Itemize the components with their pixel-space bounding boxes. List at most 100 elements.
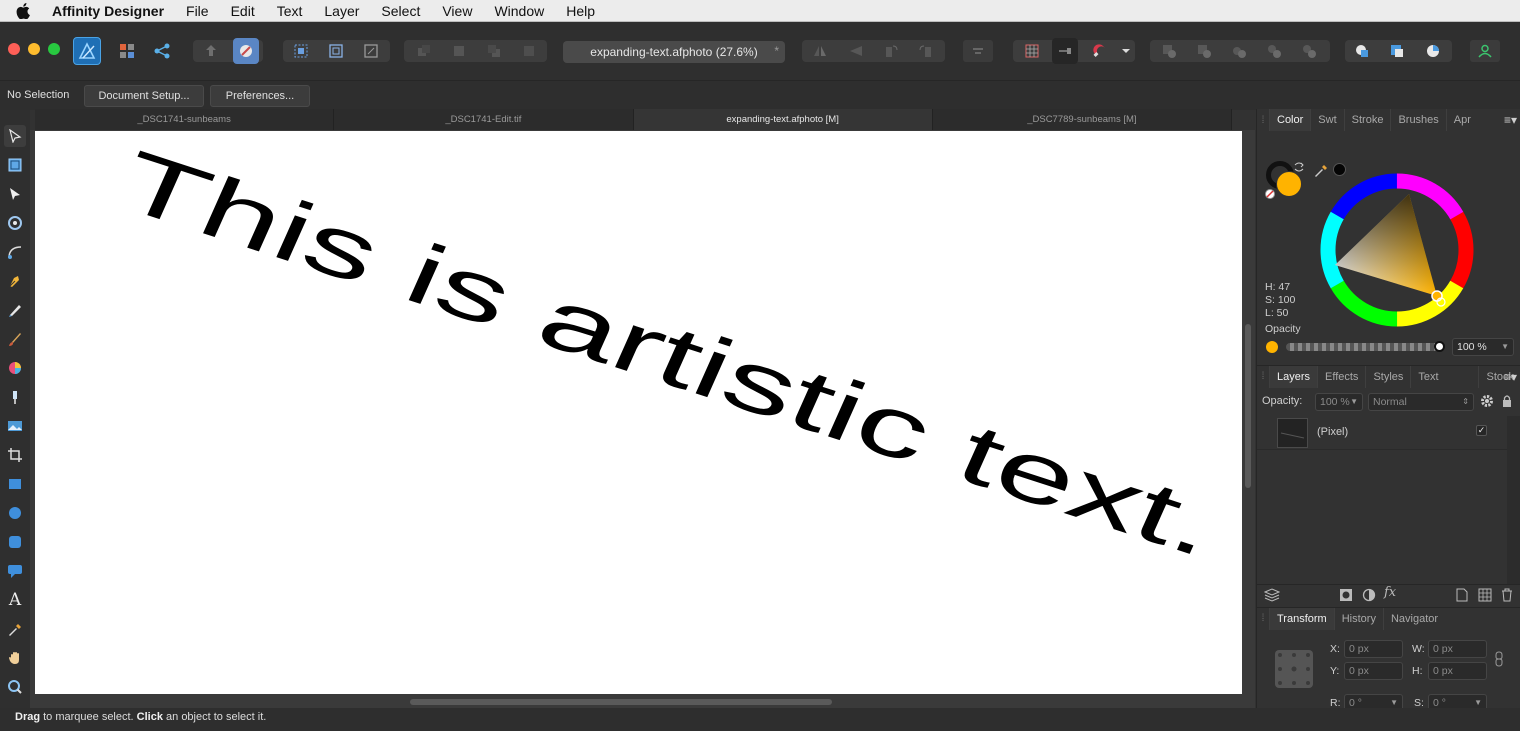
rotate-right-icon[interactable] bbox=[913, 38, 939, 64]
zoom-window-button[interactable] bbox=[48, 43, 60, 55]
divide-icon[interactable] bbox=[1296, 38, 1322, 64]
assistant-icon[interactable] bbox=[233, 38, 259, 64]
align-icon[interactable] bbox=[963, 40, 993, 62]
account-icon[interactable] bbox=[1470, 40, 1500, 62]
artistic-text-graphic[interactable]: This is artistic text. bbox=[35, 131, 1242, 694]
w-input[interactable]: 0 px bbox=[1428, 640, 1487, 658]
opacity-slider-handle[interactable] bbox=[1434, 341, 1445, 352]
color-picker-tool-icon[interactable] bbox=[4, 618, 26, 640]
add-pixel-layer-icon[interactable] bbox=[1478, 588, 1492, 607]
anchor-selector[interactable] bbox=[1275, 650, 1313, 688]
pixel-grid-icon[interactable] bbox=[1019, 38, 1045, 64]
add-layer-icon[interactable] bbox=[1456, 588, 1468, 607]
vector-brush-tool-icon[interactable] bbox=[4, 328, 26, 350]
document-canvas[interactable]: This is artistic text. bbox=[35, 131, 1242, 694]
force-pixel-alignment-icon[interactable] bbox=[1052, 38, 1078, 64]
close-window-button[interactable] bbox=[8, 43, 20, 55]
geometry-intersect-icon[interactable] bbox=[1420, 38, 1446, 64]
tab-history[interactable]: History bbox=[1333, 607, 1383, 630]
layer-row[interactable]: (Pixel) ✓ bbox=[1257, 416, 1507, 450]
menu-edit[interactable]: Edit bbox=[220, 0, 266, 22]
tab-brushes[interactable]: Brushes bbox=[1390, 109, 1445, 131]
pen-tool-icon[interactable] bbox=[4, 270, 26, 292]
menu-text[interactable]: Text bbox=[266, 0, 314, 22]
tab-transform[interactable]: Transform bbox=[1269, 607, 1334, 630]
crop-tool-icon[interactable] bbox=[4, 444, 26, 466]
apple-menu-icon[interactable] bbox=[0, 2, 46, 19]
menu-file[interactable]: File bbox=[175, 0, 220, 22]
rounded-rectangle-tool-icon[interactable] bbox=[4, 531, 26, 553]
snapping-options-dropdown-icon[interactable] bbox=[1116, 38, 1136, 64]
to-front-icon[interactable] bbox=[516, 38, 542, 64]
transform-box-icon[interactable] bbox=[323, 38, 349, 64]
menu-view[interactable]: View bbox=[431, 0, 483, 22]
menu-layer[interactable]: Layer bbox=[313, 0, 370, 22]
node-tool-icon[interactable] bbox=[4, 183, 26, 205]
link-aspect-icon[interactable] bbox=[1495, 651, 1503, 672]
doc-tab-dsc7789-sunbeams[interactable]: _DSC7789-sunbeams [M] bbox=[932, 109, 1232, 130]
xor-icon[interactable] bbox=[1261, 38, 1287, 64]
corner-tool-icon[interactable] bbox=[4, 241, 26, 263]
subtract-icon[interactable] bbox=[1191, 38, 1217, 64]
y-input[interactable]: 0 px bbox=[1344, 662, 1403, 680]
tab-swatches[interactable]: Swt bbox=[1310, 109, 1343, 131]
export-persona-icon[interactable] bbox=[149, 38, 175, 64]
callout-tool-icon[interactable] bbox=[4, 560, 26, 582]
color-panel-menu-icon[interactable]: ≡▾ bbox=[1504, 113, 1517, 127]
horizontal-scrollbar[interactable] bbox=[410, 699, 832, 705]
intersect-icon[interactable] bbox=[1226, 38, 1252, 64]
geometry-box-icon[interactable] bbox=[358, 38, 384, 64]
geometry-subtract-icon[interactable] bbox=[1384, 38, 1410, 64]
flip-vertical-icon[interactable] bbox=[843, 38, 869, 64]
x-input[interactable]: 0 px bbox=[1344, 640, 1403, 658]
adjustment-layer-icon[interactable] bbox=[1362, 588, 1376, 607]
place-image-tool-icon[interactable] bbox=[4, 415, 26, 437]
color-wheel-handle[interactable] bbox=[1431, 290, 1443, 302]
tab-styles[interactable]: Styles bbox=[1365, 365, 1410, 388]
panel-grip-icon[interactable]: ⁞ bbox=[1257, 109, 1269, 131]
opacity-slider[interactable] bbox=[1286, 343, 1438, 351]
menu-window[interactable]: Window bbox=[483, 0, 555, 22]
back-one-icon[interactable] bbox=[411, 38, 437, 64]
fx-icon[interactable]: fx bbox=[1384, 585, 1396, 600]
delete-layer-icon[interactable] bbox=[1501, 588, 1513, 607]
menu-select[interactable]: Select bbox=[370, 0, 431, 22]
tab-effects[interactable]: Effects bbox=[1317, 365, 1365, 388]
lock-icon[interactable] bbox=[1501, 394, 1513, 413]
menu-help[interactable]: Help bbox=[555, 0, 606, 22]
menu-app-name[interactable]: Affinity Designer bbox=[46, 0, 175, 22]
layers-panel-menu-icon[interactable]: ≡▾ bbox=[1504, 370, 1517, 384]
tab-stroke[interactable]: Stroke bbox=[1343, 109, 1391, 131]
layer-opacity-input[interactable]: 100 % ▼ bbox=[1315, 393, 1363, 411]
designer-persona-icon[interactable] bbox=[73, 37, 101, 65]
zoom-tool-icon[interactable] bbox=[4, 676, 26, 698]
tab-text-styles[interactable]: Text Styles bbox=[1410, 365, 1478, 405]
tab-navigator[interactable]: Navigator bbox=[1382, 607, 1445, 630]
transparency-tool-icon[interactable] bbox=[4, 386, 26, 408]
layers-scroll-track[interactable] bbox=[1507, 416, 1520, 584]
add-icon[interactable] bbox=[1156, 38, 1182, 64]
layers-stack-icon[interactable] bbox=[1263, 588, 1281, 607]
artistic-text[interactable]: This is artistic text. bbox=[105, 134, 1233, 576]
move-tool-icon[interactable] bbox=[4, 125, 26, 147]
snapping-magnet-icon[interactable] bbox=[1087, 38, 1113, 64]
pixel-persona-icon[interactable] bbox=[114, 38, 140, 64]
rectangle-tool-icon[interactable] bbox=[4, 473, 26, 495]
panel-grip-icon[interactable]: ⁞ bbox=[1257, 366, 1269, 388]
doc-tab-dsc1741-edit[interactable]: _DSC1741-Edit.tif bbox=[334, 109, 634, 130]
mask-layer-icon[interactable] bbox=[1339, 588, 1353, 607]
snap-box-icon[interactable] bbox=[288, 38, 314, 64]
pencil-tool-icon[interactable] bbox=[4, 299, 26, 321]
h-input[interactable]: 0 px bbox=[1428, 662, 1487, 680]
rotate-left-icon[interactable] bbox=[878, 38, 904, 64]
point-transform-tool-icon[interactable] bbox=[4, 212, 26, 234]
forward-one-icon[interactable] bbox=[481, 38, 507, 64]
ellipse-tool-icon[interactable] bbox=[4, 502, 26, 524]
preferences-button[interactable]: Preferences... bbox=[210, 85, 310, 107]
vertical-scrollbar[interactable] bbox=[1245, 324, 1251, 488]
geometry-add-icon[interactable] bbox=[1349, 38, 1375, 64]
blend-mode-select[interactable]: Normal ⇕ bbox=[1368, 393, 1474, 411]
tab-appearance[interactable]: Apr bbox=[1445, 109, 1478, 131]
tab-color[interactable]: Color bbox=[1269, 109, 1311, 131]
swap-colors-icon[interactable] bbox=[1293, 160, 1305, 178]
